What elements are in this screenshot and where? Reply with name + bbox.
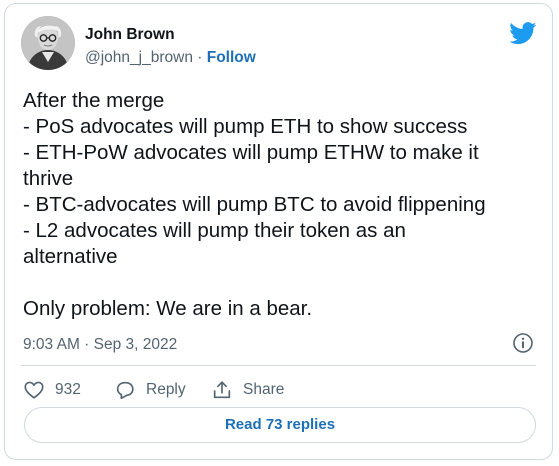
person-portrait-icon xyxy=(21,16,75,70)
tweet-line: After the merge xyxy=(23,89,165,112)
avatar[interactable] xyxy=(21,16,75,70)
tweet-line: - L2 advocates will pump their token as … xyxy=(23,219,406,242)
tweet-text: After the merge - PoS advocates will pum… xyxy=(23,88,543,322)
tweet-line: alternative xyxy=(23,245,118,268)
follow-button[interactable]: Follow xyxy=(207,49,256,66)
read-replies-button[interactable]: Read 73 replies xyxy=(24,407,536,443)
reply-label: Reply xyxy=(146,381,186,398)
like-count: 932 xyxy=(55,381,81,398)
tweet-line: - PoS advocates will pump ETH to show su… xyxy=(23,115,468,138)
share-label: Share xyxy=(243,381,285,398)
tweet-line: thrive xyxy=(23,167,74,190)
tweet-line: - BTC-advocates will pump BTC to avoid f… xyxy=(23,193,486,216)
like-button[interactable]: 932 xyxy=(23,378,81,402)
tweet-card: John Brown @john_j_brown · Follow After … xyxy=(4,3,553,460)
author-name[interactable]: John Brown xyxy=(85,26,175,44)
twitter-bird-icon[interactable] xyxy=(509,22,537,45)
speech-bubble-icon xyxy=(116,381,134,400)
divider xyxy=(21,365,536,366)
tweet-line: Only problem: We are in a bear. xyxy=(23,297,313,320)
info-icon[interactable] xyxy=(512,332,534,354)
heart-icon xyxy=(24,381,44,399)
share-upload-icon xyxy=(213,381,231,399)
author-handle-row: @john_j_brown · Follow xyxy=(85,49,256,67)
handle-separator: · xyxy=(197,49,203,66)
share-button[interactable]: Share xyxy=(211,378,284,402)
tweet-line: - ETH-PoW advocates will pump ETHW to ma… xyxy=(23,141,479,164)
author-handle[interactable]: @john_j_brown xyxy=(85,49,193,66)
reply-button[interactable]: Reply xyxy=(114,378,186,402)
tweet-timestamp[interactable]: 9:03 AM · Sep 3, 2022 xyxy=(23,336,177,354)
